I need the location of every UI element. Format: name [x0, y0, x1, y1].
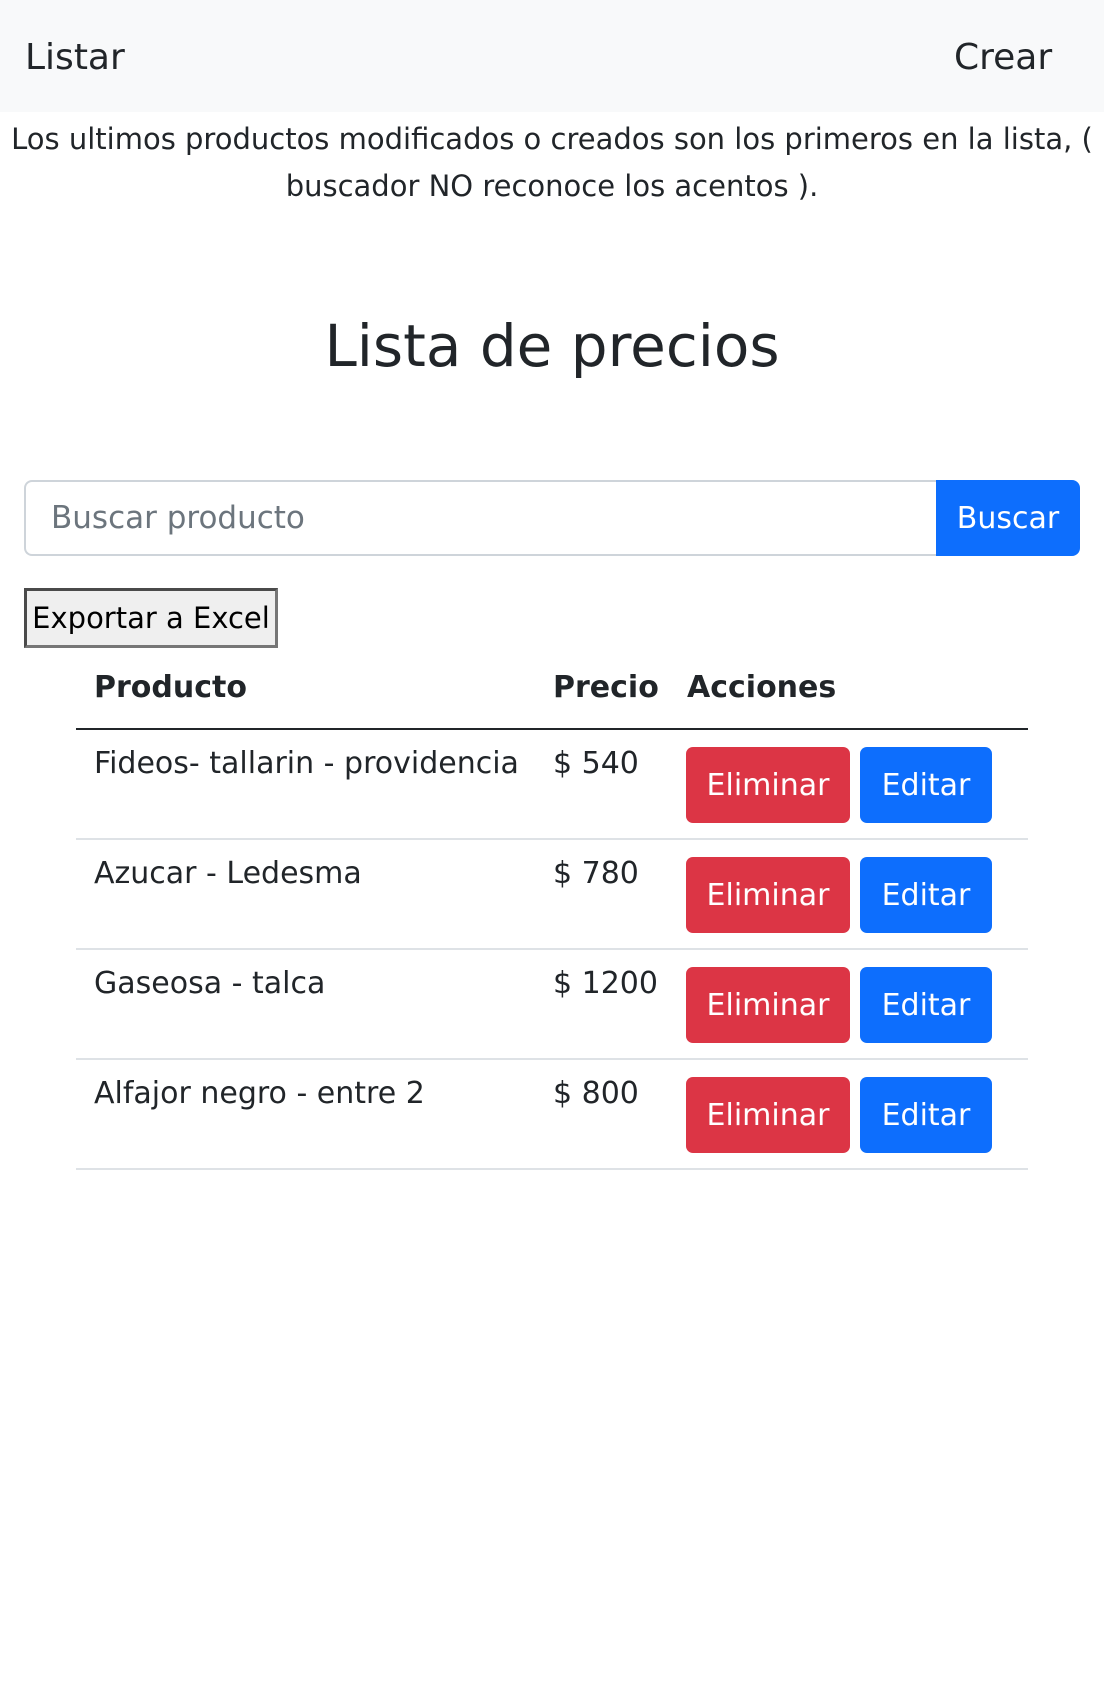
cell-precio: $ 1200 — [553, 966, 658, 1001]
delete-button[interactable]: Eliminar — [686, 857, 850, 933]
table-row: Alfajor negro - entre 2 $ 800 Eliminar E… — [76, 1060, 1028, 1170]
edit-button[interactable]: Editar — [860, 747, 992, 823]
notice-line-2: buscador NO reconoce los acentos ). — [285, 169, 819, 203]
nav-link-crear[interactable]: Crear — [954, 34, 1052, 82]
delete-button[interactable]: Eliminar — [686, 747, 850, 823]
cell-producto: Azucar - Ledesma — [94, 856, 362, 891]
table-row: Gaseosa - talca $ 1200 Eliminar Editar — [76, 950, 1028, 1060]
delete-button[interactable]: Eliminar — [686, 967, 850, 1043]
export-excel-button[interactable]: Exportar a Excel — [24, 588, 278, 648]
cell-producto: Gaseosa - talca — [94, 966, 326, 1001]
table-body: Fideos- tallarin - providencia $ 540 Eli… — [76, 730, 1028, 1170]
search-input[interactable] — [24, 480, 936, 556]
edit-button[interactable]: Editar — [860, 967, 992, 1043]
notice-text: Los ultimos productos modificados o crea… — [0, 116, 1104, 210]
search-group: Buscar — [24, 480, 1080, 556]
header-producto: Producto — [94, 670, 247, 705]
navbar: Listar Crear — [0, 0, 1104, 112]
header-precio: Precio — [553, 670, 659, 705]
edit-button[interactable]: Editar — [860, 857, 992, 933]
cell-precio: $ 800 — [553, 1076, 639, 1111]
search-button[interactable]: Buscar — [936, 480, 1080, 556]
cell-precio: $ 780 — [553, 856, 639, 891]
edit-button[interactable]: Editar — [860, 1077, 992, 1153]
table-row: Fideos- tallarin - providencia $ 540 Eli… — [76, 730, 1028, 840]
page-title: Lista de precios — [324, 312, 780, 380]
table-header: Producto Precio Acciones — [76, 656, 1028, 730]
notice-line-1: Los ultimos productos modificados o crea… — [11, 122, 1093, 156]
cell-producto: Fideos- tallarin - providencia — [94, 746, 519, 781]
delete-button[interactable]: Eliminar — [686, 1077, 850, 1153]
cell-precio: $ 540 — [553, 746, 639, 781]
table-row: Azucar - Ledesma $ 780 Eliminar Editar — [76, 840, 1028, 950]
cell-producto: Alfajor negro - entre 2 — [94, 1076, 425, 1111]
nav-link-listar[interactable]: Listar — [25, 34, 125, 82]
header-acciones: Acciones — [687, 670, 837, 705]
